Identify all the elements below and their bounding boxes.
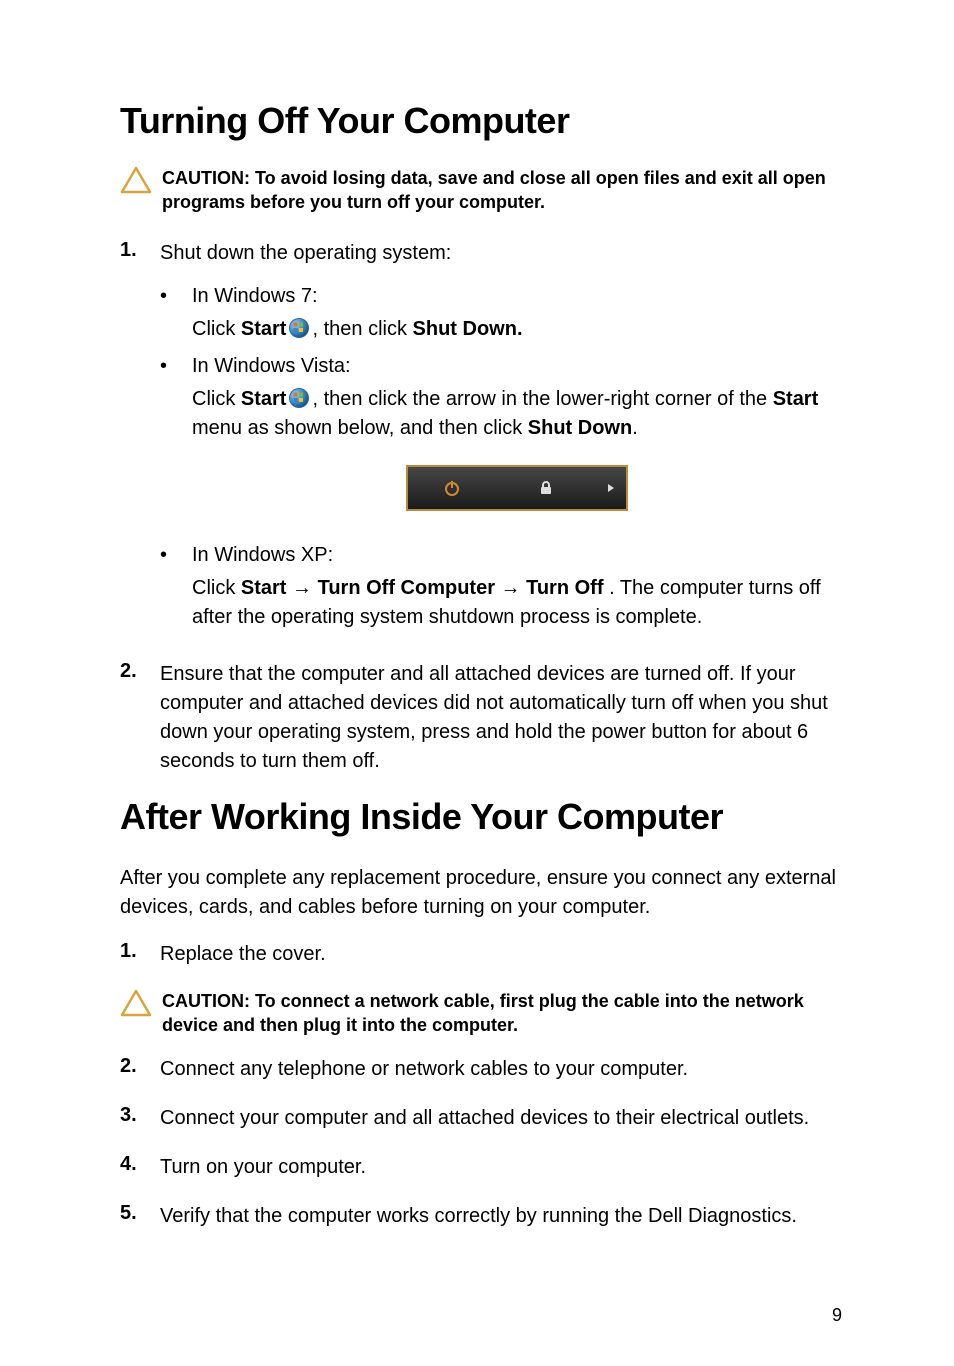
shutdown-label: Shut Down. [413,318,523,340]
text: menu as shown below, and then click [192,417,528,439]
os-bullet-list: • In Windows 7: Click Start, then click … [160,282,842,632]
document-page: Turning Off Your Computer CAUTION: To av… [0,0,954,1366]
list-marker: 2. [120,1055,142,1084]
heading-after-working: After Working Inside Your Computer [120,796,842,838]
steps-list-1: 1. Shut down the operating system: • In … [120,239,842,776]
step-5b: 5. Verify that the computer works correc… [120,1202,842,1231]
bullet-content: In Windows Vista: Click Start, then clic… [192,352,842,533]
step-content: Connect your computer and all attached d… [160,1104,842,1133]
windows-start-orb-icon [288,387,310,409]
vista-lock-segment [496,467,598,509]
text: , then click the arrow in the lower-righ… [312,388,772,410]
text: . [632,417,638,439]
start-label: Start [241,388,287,410]
heading-turning-off: Turning Off Your Computer [120,100,842,142]
step-content: Replace the cover. [160,940,842,969]
steps-list-2: 1. Replace the cover. [120,940,842,969]
text: Click [192,388,241,410]
win7-instruction: Click Start , then click Shut Down. [192,315,842,344]
step-3b: 3. Connect your computer and all attache… [120,1104,842,1133]
step-2b: 2. Connect any telephone or network cabl… [120,1055,842,1084]
page-number: 9 [832,1305,842,1326]
step-content: Ensure that the computer and all attache… [160,660,842,776]
caution-block-1: CAUTION: To avoid losing data, save and … [120,166,842,215]
power-icon [443,479,461,497]
bullet-dot: • [160,282,174,344]
bullet-content: In Windows XP: Click Start → Turn Off Co… [192,541,842,632]
caution-triangle-icon [120,989,152,1017]
bullet-xp: • In Windows XP: Click Start → Turn Off … [160,541,842,632]
start-label-2: Start [773,388,819,410]
list-marker: 1. [120,940,142,969]
vista-label: In Windows Vista: [192,355,351,377]
step-content: Verify that the computer works correctly… [160,1202,842,1231]
step-1-intro: Shut down the operating system: [160,242,451,264]
xp-instruction: Click Start → Turn Off Computer → Turn O… [192,574,842,632]
vista-arrow-segment [596,467,626,509]
turn-off-computer-label: Turn Off Computer [318,577,495,599]
arrow: → [495,577,526,599]
list-marker: 5. [120,1202,142,1231]
win7-label: In Windows 7: [192,285,318,307]
list-marker: 3. [120,1104,142,1133]
bullet-content: In Windows 7: Click Start , then click Sh… [192,282,842,344]
vista-instruction: Click Start, then click the arrow in the… [192,385,842,443]
vista-power-segment [408,467,498,509]
arrow: → [286,577,317,599]
section2-intro: After you complete any replacement proce… [120,864,842,922]
turn-off-label: Turn Off [526,577,609,599]
caution-block-2: CAUTION: To connect a network cable, fir… [120,989,842,1038]
text: , then click [312,318,412,340]
step-1: 1. Shut down the operating system: • In … [120,239,842,640]
bullet-dot: • [160,541,174,632]
step-4b: 4. Turn on your computer. [120,1153,842,1182]
list-marker: 4. [120,1153,142,1182]
text: Click [192,577,241,599]
start-label: Start [241,577,287,599]
step-2: 2. Ensure that the computer and all atta… [120,660,842,776]
caution-triangle-icon [120,166,152,194]
text: Click [192,318,241,340]
chevron-right-icon [606,483,616,493]
windows-start-orb-icon [288,317,310,339]
steps-list-2b: 2. Connect any telephone or network cabl… [120,1055,842,1231]
lock-icon [538,480,554,496]
bullet-win7: • In Windows 7: Click Start , then click … [160,282,842,344]
list-marker: 1. [120,239,142,640]
start-label: Start [241,318,287,340]
bullet-vista: • In Windows Vista: Click Start, then cl… [160,352,842,533]
step-content: Connect any telephone or network cables … [160,1055,842,1084]
caution-text-1: CAUTION: To avoid losing data, save and … [162,166,842,215]
bullet-dot: • [160,352,174,533]
xp-label: In Windows XP: [192,544,333,566]
step-content: Turn on your computer. [160,1153,842,1182]
step-1b: 1. Replace the cover. [120,940,842,969]
list-marker: 2. [120,660,142,776]
shutdown-label: Shut Down [528,417,632,439]
caution-text-2: CAUTION: To connect a network cable, fir… [162,989,842,1038]
step-content: Shut down the operating system: • In Win… [160,239,842,640]
vista-shutdown-bar-illustration [406,465,628,511]
